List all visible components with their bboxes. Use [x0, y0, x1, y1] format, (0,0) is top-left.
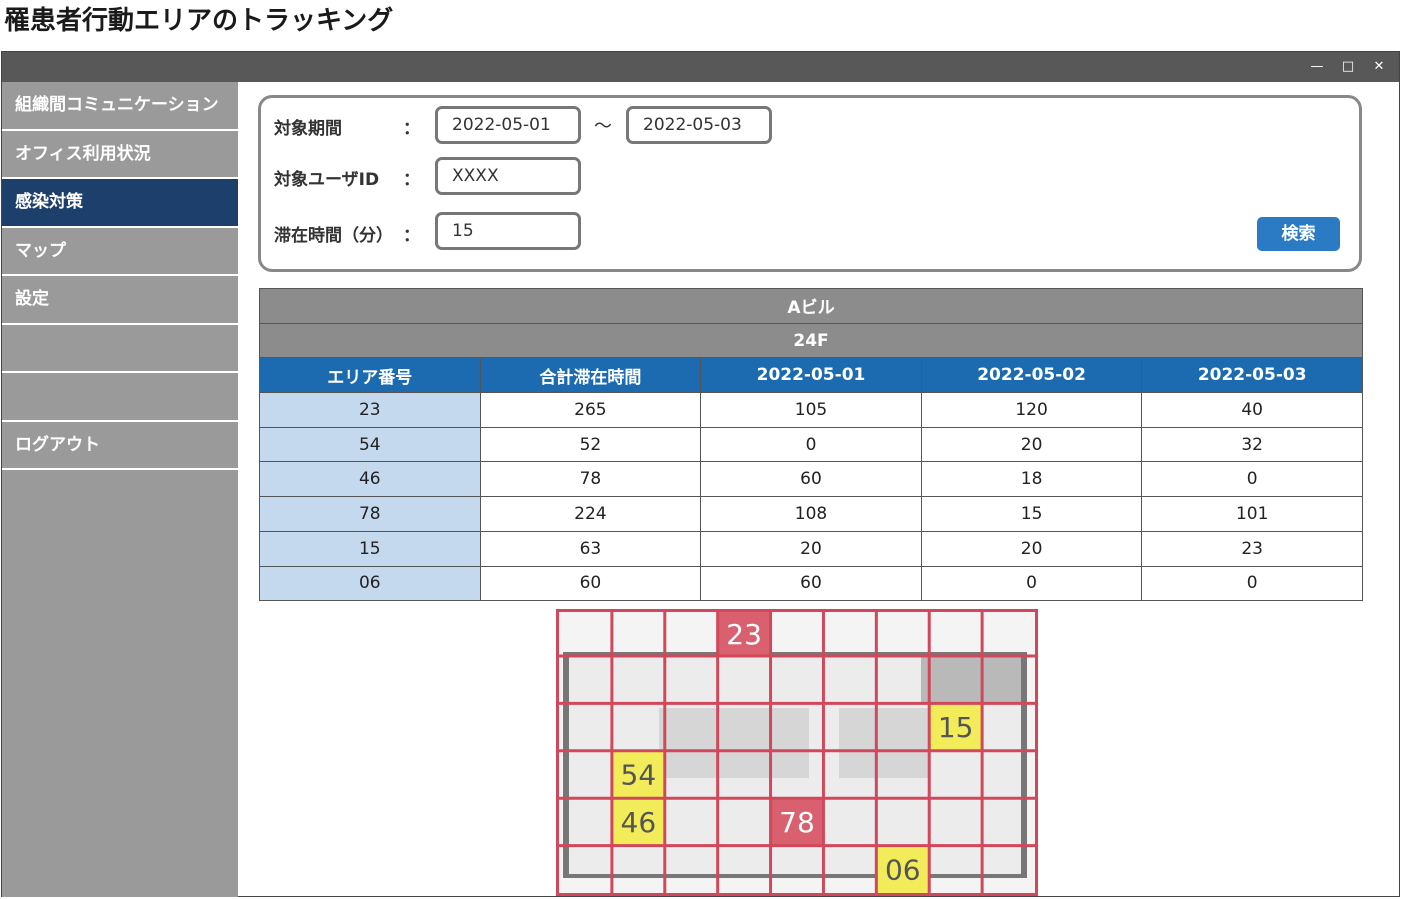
sidebar-item-settings[interactable]: 設定: [2, 276, 238, 325]
table-row: 23 265 105 120 40: [259, 392, 1363, 428]
table-cell: 20: [920, 426, 1143, 463]
area-number-cell: 15: [259, 530, 481, 567]
stay-time-colon: ：: [403, 226, 420, 246]
area-label-23: 23: [726, 618, 762, 651]
table-body: 23 265 105 120 40 54 52 0 20 32 46 78 60 18 0 78 224 108 1…: [259, 392, 1363, 602]
user-id-input[interactable]: XXXX: [435, 157, 581, 195]
floor-map: 23 15 54 46 78 06: [556, 609, 1038, 896]
sidebar-item-empty-2[interactable]: [2, 373, 238, 422]
table-row: 54 52 0 20 32: [259, 426, 1363, 463]
maximize-icon[interactable]: □: [1338, 57, 1358, 77]
sidebar-item-infection-control[interactable]: 感染対策: [2, 179, 238, 228]
stay-time-input[interactable]: 15: [435, 212, 581, 250]
area-number-cell: 06: [259, 565, 481, 602]
table-cell: 224: [479, 496, 702, 532]
table-cell: 60: [479, 565, 702, 602]
table-cell: 60: [700, 565, 922, 602]
header-area-number: エリア番号: [259, 357, 481, 394]
area-label-46: 46: [621, 806, 657, 839]
table-cell: 52: [479, 426, 702, 463]
filter-panel: 対象期間 ： 2022-05-01 〜 2022-05-03 対象ユーザID ：…: [258, 95, 1362, 272]
table-cell: 20: [920, 530, 1143, 567]
period-tilde: 〜: [594, 116, 612, 137]
table-cell: 0: [920, 565, 1143, 602]
area-label-15: 15: [938, 711, 974, 744]
table-cell: 63: [479, 530, 702, 567]
table-header-row: エリア番号 合計滞在時間 2022-05-01 2022-05-02 2022-…: [259, 357, 1363, 394]
table-cell: 0: [1141, 461, 1363, 498]
area-number-cell: 23: [259, 392, 481, 428]
floor-plan-core: [839, 708, 929, 778]
sidebar-item-logout[interactable]: ログアウト: [2, 422, 238, 470]
area-label-06: 06: [885, 853, 921, 886]
search-button[interactable]: 検索: [1257, 217, 1340, 251]
floor-row: 24F: [259, 322, 1363, 359]
table-cell: 15: [920, 496, 1143, 532]
page-title: 罹患者行動エリアのトラッキング: [4, 6, 394, 36]
floor-plan-wall: [563, 874, 1027, 878]
table-cell: 18: [920, 461, 1143, 498]
table-cell: 78: [479, 461, 702, 498]
floor-plan-core: [659, 708, 809, 778]
table-cell: 20: [700, 530, 922, 567]
table-cell: 101: [1141, 496, 1363, 532]
app-window: — □ ✕ 組織間コミュニケーション オフィス利用状況 感染対策 マップ 設定 …: [1, 51, 1400, 897]
user-id-colon: ：: [403, 170, 420, 190]
area-number-cell: 54: [259, 426, 481, 463]
period-colon: ：: [403, 119, 420, 139]
period-to-input[interactable]: 2022-05-03: [626, 106, 772, 144]
table-cell: 105: [700, 392, 922, 428]
sidebar-item-office-usage[interactable]: オフィス利用状況: [2, 131, 238, 179]
table-cell: 32: [1141, 426, 1363, 463]
floor-plan-wall: [1021, 652, 1027, 877]
area-number-cell: 78: [259, 496, 481, 532]
floor-map-grid: 23 15 54 46 78 06: [559, 612, 1035, 893]
sidebar-item-empty-1[interactable]: [2, 325, 238, 373]
sidebar-item-communication[interactable]: 組織間コミュニケーション: [2, 82, 238, 131]
header-date-2: 2022-05-02: [920, 357, 1143, 394]
building-row: Aビル: [259, 288, 1363, 324]
floor-plan-wall: [563, 652, 569, 877]
user-id-label: 対象ユーザID: [274, 170, 380, 190]
table-row: 06 60 60 0 0: [259, 565, 1363, 602]
table-cell: 265: [479, 392, 702, 428]
table-cell: 120: [920, 392, 1143, 428]
table-cell: 23: [1141, 530, 1363, 567]
table-cell: 0: [1141, 565, 1363, 602]
table-cell: 40: [1141, 392, 1363, 428]
table-cell: 0: [700, 426, 922, 463]
sidebar-item-map[interactable]: マップ: [2, 228, 238, 276]
period-label: 対象期間: [274, 119, 342, 139]
header-date-3: 2022-05-03: [1141, 357, 1363, 394]
close-icon[interactable]: ✕: [1369, 57, 1389, 77]
table-row: 78 224 108 15 101: [259, 496, 1363, 532]
header-total-stay: 合計滞在時間: [479, 357, 702, 394]
header-date-1: 2022-05-01: [700, 357, 922, 394]
table-cell: 60: [700, 461, 922, 498]
stay-time-label: 滞在時間（分）: [274, 226, 393, 246]
floor-plan-room: [921, 652, 1021, 704]
stay-table: Aビル 24F エリア番号 合計滞在時間 2022-05-01 2022-05-…: [259, 288, 1363, 602]
table-row: 46 78 60 18 0: [259, 461, 1363, 498]
main-content: 対象期間 ： 2022-05-01 〜 2022-05-03 対象ユーザID ：…: [238, 82, 1399, 896]
period-from-input[interactable]: 2022-05-01: [435, 106, 581, 144]
area-label-54: 54: [621, 759, 657, 792]
minimize-icon[interactable]: —: [1307, 57, 1327, 77]
table-cell: 108: [700, 496, 922, 532]
sidebar: 組織間コミュニケーション オフィス利用状況 感染対策 マップ 設定 ログアウト: [2, 82, 238, 897]
table-row: 15 63 20 20 23: [259, 530, 1363, 567]
area-number-cell: 46: [259, 461, 481, 498]
area-label-78: 78: [779, 806, 815, 839]
title-bar: — □ ✕: [2, 52, 1399, 82]
